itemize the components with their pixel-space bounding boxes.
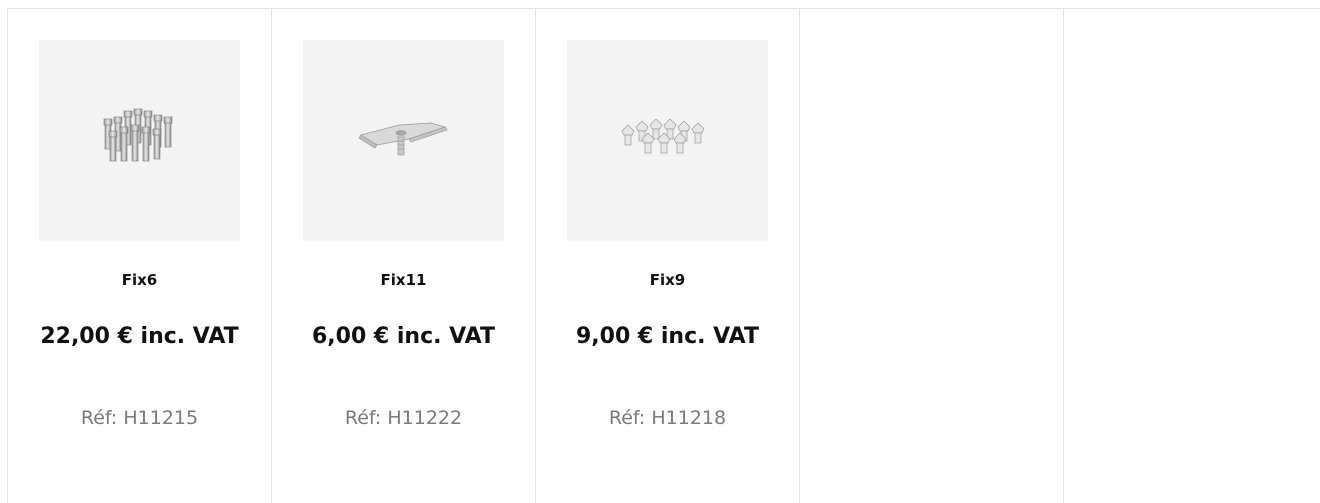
product-name[interactable]: Fix6 (8, 271, 271, 289)
product-grid: Fix6 22,00 € inc. VAT Réf: H11215 Fix11 … (7, 8, 1320, 503)
product-price: 22,00 € inc. VAT (40, 324, 239, 349)
studs-cluster-icon (621, 118, 704, 153)
product-name[interactable]: Fix11 (272, 271, 535, 289)
product-card: Fix9 9,00 € inc. VAT Réf: H11218 (536, 9, 800, 503)
product-price: 6,00 € inc. VAT (311, 324, 496, 349)
product-ref: Réf: H11215 (80, 407, 199, 429)
product-name[interactable]: Fix9 (536, 271, 799, 289)
product-ref: Réf: H11218 (608, 407, 727, 429)
product-card: Fix11 6,00 € inc. VAT Réf: H11222 (272, 9, 536, 503)
product-price: 9,00 € inc. VAT (575, 324, 760, 349)
product-image[interactable] (567, 40, 768, 241)
empty-cell (1064, 9, 1320, 503)
empty-cell (800, 9, 1064, 503)
product-ref: Réf: H11222 (344, 407, 463, 429)
product-card: Fix6 22,00 € inc. VAT Réf: H11215 (8, 9, 272, 503)
product-image[interactable] (303, 40, 504, 241)
product-image[interactable] (39, 40, 240, 241)
bracket-screw-icon (358, 122, 448, 155)
pins-cluster-icon (103, 108, 172, 161)
